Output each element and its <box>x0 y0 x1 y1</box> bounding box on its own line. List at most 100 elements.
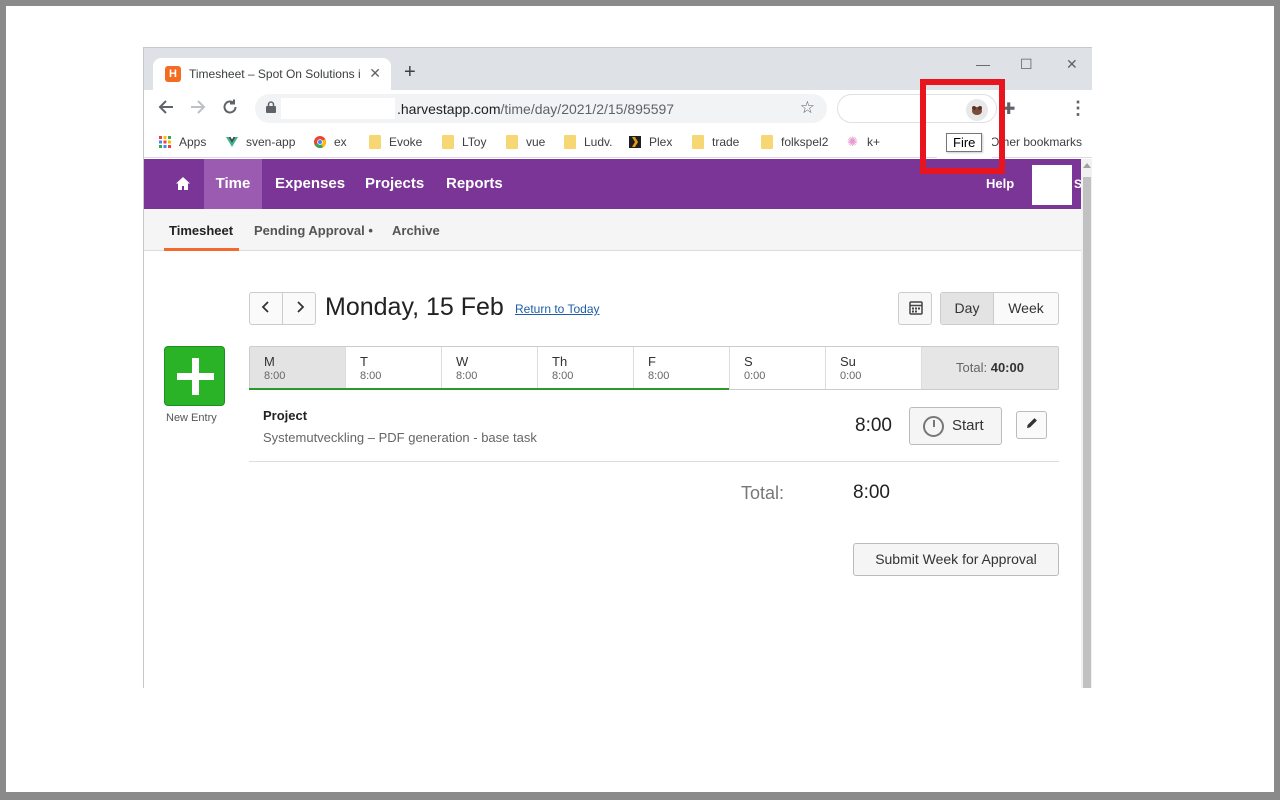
day-thursday[interactable]: Th 8:00 <box>538 347 634 389</box>
edit-entry-button[interactable] <box>1016 411 1047 439</box>
bookmark-sven-app[interactable]: sven-app <box>226 135 295 149</box>
bookmark-folkspel2[interactable]: folkspel2 <box>761 135 828 149</box>
day-friday[interactable]: F 8:00 <box>634 347 730 389</box>
day-name: F <box>648 354 656 369</box>
weekday-progress-bar <box>249 388 729 390</box>
folder-icon <box>564 135 576 149</box>
date-navigation <box>249 292 316 325</box>
folder-icon <box>761 135 773 149</box>
nav-reports[interactable]: Reports <box>446 159 503 209</box>
entry-task-name: Systemutveckling – PDF generation - base… <box>263 430 537 445</box>
plex-icon <box>629 136 641 148</box>
day-name: Th <box>552 354 568 369</box>
view-toggle: Day Week <box>940 292 1059 325</box>
new-entry-button[interactable] <box>164 346 225 406</box>
redacted-subdomain <box>281 98 395 119</box>
stopwatch-icon <box>923 416 944 437</box>
scroll-thumb[interactable] <box>1083 177 1091 688</box>
bookmark-k-plus[interactable]: ✺ k+ <box>847 134 880 150</box>
tab-archive[interactable]: Archive <box>392 223 440 238</box>
day-name: M <box>264 354 275 369</box>
bookmark-trade[interactable]: trade <box>692 135 739 149</box>
day-hours: 8:00 <box>648 370 670 382</box>
close-window-icon[interactable]: ✕ <box>1066 56 1078 73</box>
calendar-icon <box>909 301 923 315</box>
tab-timesheet[interactable]: Timesheet <box>169 223 233 238</box>
vue-icon <box>226 137 238 147</box>
week-total-label: Total: <box>956 360 988 375</box>
tab-pending-approval[interactable]: Pending Approval • <box>254 223 373 238</box>
harvest-favicon-icon: H <box>165 66 181 82</box>
bookmark-evoke[interactable]: Evoke <box>369 135 422 149</box>
bookmark-plex[interactable]: Plex <box>629 135 672 149</box>
day-wednesday[interactable]: W 8:00 <box>442 347 538 389</box>
reload-icon[interactable] <box>221 98 239 120</box>
next-day-button[interactable] <box>283 293 316 324</box>
bookmark-ex[interactable]: ex <box>314 135 347 149</box>
start-label: Start <box>952 417 984 434</box>
day-saturday[interactable]: S 0:00 <box>730 347 826 389</box>
nav-projects[interactable]: Projects <box>365 159 424 209</box>
day-name: W <box>456 354 469 369</box>
day-monday[interactable]: M 8:00 <box>250 347 346 389</box>
folder-icon <box>692 135 704 149</box>
calendar-button[interactable] <box>898 292 932 325</box>
nav-time[interactable]: Time <box>204 159 262 209</box>
bookmark-vue[interactable]: vue <box>506 135 545 149</box>
date-title: Monday, 15 Feb <box>325 293 504 321</box>
day-total-value: 8:00 <box>853 482 890 503</box>
sparkle-icon: ✺ <box>847 134 858 149</box>
day-view-button[interactable]: Day <box>941 293 994 324</box>
chrome-icon <box>314 136 326 149</box>
submit-week-button[interactable]: Submit Week for Approval <box>853 543 1059 576</box>
lock-icon <box>266 101 276 113</box>
day-hours: 8:00 <box>264 370 286 382</box>
browser-tab[interactable]: H Timesheet – Spot On Solutions i ✕ <box>153 58 391 90</box>
menu-kebab-icon[interactable]: ⋮ <box>1069 98 1087 119</box>
page-scrollbar[interactable] <box>1081 159 1092 688</box>
folder-icon <box>369 135 381 149</box>
previous-day-button[interactable] <box>250 293 283 324</box>
day-hours: 8:00 <box>552 370 574 382</box>
address-bar[interactable]: .harvestapp.com/time/day/2021/2/15/89559… <box>255 94 827 123</box>
return-to-today-link[interactable]: Return to Today <box>515 302 600 316</box>
pencil-icon <box>1026 418 1037 428</box>
entry-divider <box>249 461 1059 462</box>
day-hours: 0:00 <box>840 370 862 382</box>
bookmark-star-icon[interactable]: ☆ <box>800 98 815 118</box>
bookmark-ltoy[interactable]: LToy <box>442 135 486 149</box>
week-view-button[interactable]: Week <box>994 293 1058 324</box>
day-name: Su <box>840 354 856 369</box>
scroll-up-arrow-icon[interactable] <box>1083 163 1091 168</box>
maximize-icon[interactable]: ☐ <box>1020 56 1033 73</box>
week-total-value: 40:00 <box>990 360 1024 375</box>
day-tuesday[interactable]: T 8:00 <box>346 347 442 389</box>
new-tab-button[interactable]: + <box>404 62 416 82</box>
apps-grid-icon <box>159 136 171 148</box>
nav-expenses[interactable]: Expenses <box>275 159 345 209</box>
highlight-box <box>920 79 1005 174</box>
tab-title: Timesheet – Spot On Solutions i <box>189 67 361 81</box>
bookmark-apps[interactable]: Apps <box>159 135 206 149</box>
entry-hours: 8:00 <box>855 415 892 436</box>
active-tab-underline <box>164 248 239 251</box>
day-total-label: Total: <box>741 483 785 503</box>
bookmark-ludv[interactable]: Ludv. <box>564 135 612 149</box>
url-text: .harvestapp.com/time/day/2021/2/15/89559… <box>397 101 675 117</box>
plus-icon-vertical <box>192 358 199 395</box>
day-hours: 8:00 <box>360 370 382 382</box>
day-name: S <box>744 354 753 369</box>
forward-icon[interactable] <box>189 98 207 120</box>
avatar[interactable] <box>1032 165 1072 205</box>
day-hours: 0:00 <box>744 370 766 382</box>
tab-close-icon[interactable]: ✕ <box>369 65 381 82</box>
home-icon[interactable] <box>173 174 193 194</box>
chevron-left-icon <box>261 301 269 313</box>
week-total: Total: 40:00 <box>922 347 1058 389</box>
minimize-icon[interactable]: — <box>976 56 990 72</box>
day-name: T <box>360 354 368 369</box>
back-icon[interactable] <box>157 98 175 120</box>
day-sunday[interactable]: Su 0:00 <box>826 347 922 389</box>
entry-project-name: Project <box>263 408 308 423</box>
start-timer-button[interactable]: Start <box>909 407 1002 445</box>
